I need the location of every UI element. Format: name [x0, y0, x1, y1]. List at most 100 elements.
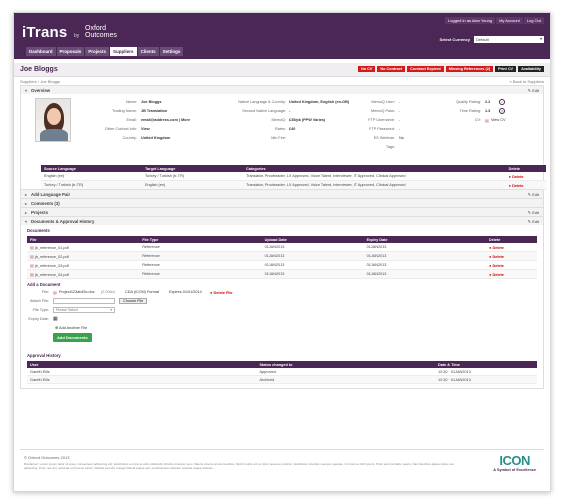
trading-name-label: Trading Name: — [112, 109, 137, 113]
delete-document-button[interactable]: Delete — [485, 243, 537, 252]
quality-rating-icon[interactable]: ✓ — [499, 99, 505, 105]
status-cell: Archived — [256, 375, 435, 384]
col-delete: Delete — [505, 165, 546, 172]
availability-button[interactable]: Availability — [518, 66, 544, 72]
overview-title: Overview — [31, 88, 51, 93]
nav-settings[interactable]: Settings — [159, 47, 184, 56]
nav-proposals[interactable]: Proposals — [56, 47, 85, 56]
overview-edit-button[interactable]: Edit — [528, 88, 539, 93]
file-link[interactable]: jb_reference_02.pdf — [27, 251, 140, 261]
copyright-text: © Oxford Outcomes 2013 — [24, 455, 70, 460]
memoq-pass-label: MemoQ Pass: — [370, 109, 395, 113]
ftp-username-label: FTP Username: — [368, 118, 395, 122]
file-label: File: — [41, 290, 49, 294]
nav-clients[interactable]: Clients — [137, 47, 159, 56]
uploaded-file-name[interactable]: Project123ab45c.doc — [59, 290, 95, 294]
contract-expired-button[interactable]: Contract Expired — [407, 66, 444, 72]
native-language-label: Native Language & Country: — [238, 100, 286, 104]
min-fee-label: Min Fee: — [271, 136, 286, 140]
choose-file-button[interactable]: Choose File — [119, 298, 148, 304]
ftp-password-value: - — [399, 127, 401, 131]
section-title: Add Language Pair — [31, 192, 71, 197]
my-account-link[interactable]: My Account — [496, 17, 523, 24]
upload-date-cell: 01JAN2013 — [261, 260, 364, 270]
back-to-suppliers-link[interactable]: « Back to Suppliers — [510, 79, 544, 84]
view-cv-link[interactable]: View CV — [491, 118, 506, 122]
other-contact-view-link[interactable]: View — [141, 127, 150, 131]
expiry-date-cell: 01JAN2013 — [363, 269, 486, 279]
add-language-pair-header[interactable]: Add Language Pair Edit — [21, 189, 543, 198]
no-contract-button[interactable]: No Contract — [377, 66, 406, 72]
delete-document-button[interactable]: Delete — [485, 260, 537, 270]
source-language-cell: English (en) — [41, 172, 142, 181]
nav-dashboard[interactable]: Dashboard — [26, 47, 56, 56]
nav-suppliers[interactable]: Suppliers — [110, 47, 137, 56]
documents-header[interactable]: Documents & Approval History Edit — [21, 216, 543, 225]
time-rating-icon[interactable]: ◷ — [499, 108, 505, 114]
comments-header[interactable]: Comments (3) — [21, 198, 543, 207]
file-type-cell: Reference — [139, 269, 262, 279]
currency-label: Select Currency — [439, 37, 470, 42]
add-language-pair-edit-button[interactable]: Edit — [528, 192, 539, 197]
rates-value: £40 — [289, 127, 296, 131]
user-cell: Gareth Ellis — [27, 375, 257, 384]
memoq-value: £35/pk (PPW Varies) — [289, 118, 326, 122]
upload-date-cell: 01JAN2013 — [261, 251, 364, 261]
email-value[interactable]: email@address.com | More — [141, 118, 190, 122]
supplier-actions: No CV No Contract Contract Expired Missi… — [358, 66, 544, 72]
add-another-file-link[interactable]: ⊕ Add Another File — [55, 325, 87, 330]
quality-rating-value: 2.2 — [485, 100, 491, 104]
col-file: File — [27, 236, 140, 243]
expiry-date-cell: 01JAN2013 — [363, 251, 486, 261]
no-cv-button[interactable]: No CV — [358, 66, 376, 72]
documents-edit-button[interactable]: Edit — [528, 219, 539, 224]
overview-body: Name: Joe Bloggs Trading Name: JB Transl… — [21, 94, 546, 190]
print-cv-button[interactable]: Print CV — [495, 66, 517, 72]
approval-history-heading: Approval History — [27, 353, 61, 358]
quality-rating-label: Quality Rating: — [456, 100, 481, 104]
section-title: Documents & Approval History — [31, 219, 95, 224]
uploaded-file-expiry: Expires 01/01/2014 — [169, 290, 202, 294]
approval-history-table: User Status changed to Date & Time Garet… — [27, 361, 537, 384]
delete-language-pair-button[interactable]: Delete — [505, 172, 546, 181]
doc-icon: ▤ — [53, 291, 57, 295]
attach-file-input[interactable] — [53, 298, 115, 304]
logout-link[interactable]: Log Out — [523, 17, 544, 24]
projects-header[interactable]: Projects Edit — [21, 207, 543, 216]
file-link[interactable]: jb_reference_01.pdf — [27, 243, 140, 252]
col-expiry-date: Expiry Date — [363, 236, 486, 243]
name-value: Joe Bloggs — [141, 100, 162, 104]
file-type-select[interactable]: Please Select ▾ — [53, 307, 115, 313]
app-window: iTrans by Oxford Outcomes Logged in as A… — [13, 12, 551, 492]
table-row: jb_reference_02.pdfReference01JAN201301J… — [27, 251, 537, 261]
es-webinar-value: No — [399, 136, 404, 140]
rates-label: Rates: — [275, 127, 286, 131]
main-nav: Dashboard Proposals Projects Suppliers C… — [26, 47, 184, 56]
ftp-password-label: FTP Password: — [369, 127, 395, 131]
email-label: Email: — [126, 118, 137, 122]
overview-header[interactable]: Overview Edit — [21, 85, 543, 94]
file-link[interactable]: jb_reference_04.pdf — [27, 269, 140, 279]
calendar-icon[interactable]: ▦ — [53, 316, 58, 322]
projects-edit-button[interactable]: Edit — [528, 210, 539, 215]
ftp-username-value: - — [399, 118, 401, 122]
nav-projects[interactable]: Projects — [85, 47, 110, 56]
cv-label: CV: — [474, 118, 481, 122]
footer: © Oxford Outcomes 2013 Disclaimer: Lorem… — [20, 449, 544, 487]
add-documents-button[interactable]: Add Documents — [53, 333, 92, 342]
delete-document-button[interactable]: Delete — [485, 269, 537, 279]
file-type-cell: Reference — [139, 251, 262, 261]
currency-select[interactable]: Default — [474, 36, 544, 43]
breadcrumb: Suppliers › Joe Bloggs « Back to Supplie… — [20, 79, 544, 84]
title-bar: Joe Bloggs No CV No Contract Contract Ex… — [14, 63, 550, 77]
delete-file-button[interactable]: Delete File — [210, 290, 233, 295]
missing-references-button[interactable]: Missing References (2) — [445, 66, 494, 72]
chevron-down-icon: ▾ — [110, 308, 112, 312]
pdf-icon: ▤ — [485, 119, 489, 123]
delete-document-button[interactable]: Delete — [485, 251, 537, 261]
table-row: English (en) Turkey / Turkish (tr-TR) Tr… — [41, 172, 546, 181]
country-value: United Kingdom — [141, 136, 171, 140]
file-link[interactable]: jb_reference_03.pdf — [27, 260, 140, 270]
app-logo[interactable]: iTrans — [22, 24, 67, 41]
breadcrumb-suppliers[interactable]: Suppliers — [20, 79, 37, 84]
